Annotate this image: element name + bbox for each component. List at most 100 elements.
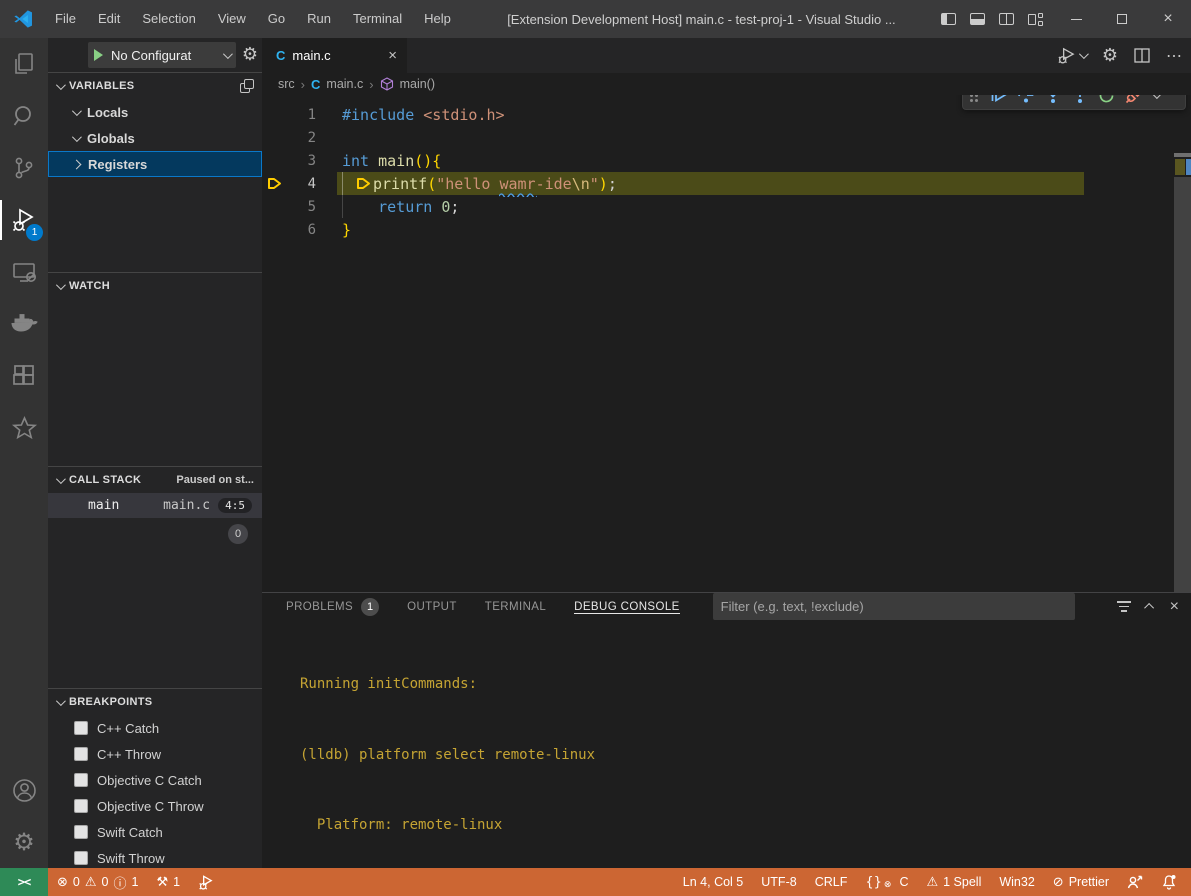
problems-status[interactable]: ⊗ 0 ⚠ 0 ⓘ 1 xyxy=(48,868,147,896)
menu-view[interactable]: View xyxy=(207,5,257,33)
breadcrumb-symbol[interactable]: main() xyxy=(400,77,435,91)
variables-header[interactable]: VARIABLES xyxy=(48,73,262,99)
activity-source-control[interactable] xyxy=(0,142,48,194)
restart-button[interactable] xyxy=(1093,95,1120,109)
activity-docker[interactable] xyxy=(0,298,48,350)
tab-debug-console[interactable]: DEBUG CONSOLE xyxy=(574,593,680,620)
restart-icon xyxy=(1098,95,1115,104)
step-into-icon xyxy=(1045,95,1061,104)
activity-settings[interactable]: ⚙ xyxy=(0,816,48,868)
code-line-4-current: 4 printf("hello wamr-ide\n"); xyxy=(262,172,1191,195)
tab-close-icon[interactable]: × xyxy=(388,47,397,64)
code-editor[interactable]: 1 #include <stdio.h> 2 3 int main(){ xyxy=(262,95,1191,592)
console-filter-input[interactable] xyxy=(713,593,1075,620)
eol-sequence[interactable]: CRLF xyxy=(806,868,857,896)
call-stack-frame-row[interactable]: main main.c 4:5 xyxy=(48,493,262,518)
tab-main-c[interactable]: C main.c × xyxy=(262,38,407,73)
disconnect-button[interactable] xyxy=(1120,95,1147,109)
continue-button[interactable] xyxy=(985,95,1012,109)
maximize-button[interactable] xyxy=(1099,0,1145,38)
checkbox[interactable] xyxy=(74,851,88,865)
checkbox[interactable] xyxy=(74,747,88,761)
toolchain-status[interactable]: ⚒ 1 xyxy=(147,868,189,896)
menu-selection[interactable]: Selection xyxy=(131,5,206,33)
formatter-status[interactable]: ⊘ Prettier xyxy=(1044,868,1118,896)
breadcrumb-file[interactable]: main.c xyxy=(326,77,363,91)
remote-indicator[interactable]: >< xyxy=(0,868,48,896)
platform-status[interactable]: Win32 xyxy=(990,868,1043,896)
activity-custom-view[interactable] xyxy=(0,402,48,454)
run-or-debug-button[interactable] xyxy=(1057,46,1086,65)
menu-help[interactable]: Help xyxy=(413,5,462,33)
breadcrumb-folder[interactable]: src xyxy=(278,77,295,91)
toggle-sidebar-icon[interactable] xyxy=(941,13,956,25)
breakpoint-cpp-throw[interactable]: C++ Throw xyxy=(48,741,262,767)
tab-terminal[interactable]: TERMINAL xyxy=(485,593,546,620)
variables-row-registers[interactable]: Registers xyxy=(48,151,262,177)
variables-section: VARIABLES Locals Globals Registers xyxy=(48,72,262,272)
open-launch-config-icon[interactable]: ⚙ xyxy=(242,43,258,67)
breakpoint-cpp-catch[interactable]: C++ Catch xyxy=(48,715,262,741)
breakpoint-objc-catch[interactable]: Objective C Catch xyxy=(48,767,262,793)
activity-search[interactable] xyxy=(0,90,48,142)
toggle-secondary-sidebar-icon[interactable] xyxy=(999,13,1014,25)
activity-extensions[interactable] xyxy=(0,350,48,402)
debug-status[interactable] xyxy=(189,868,224,896)
continue-icon xyxy=(990,95,1007,103)
toggle-panel-icon[interactable] xyxy=(970,13,985,25)
language-mode[interactable]: {} ⊗ C xyxy=(856,868,917,896)
menu-terminal[interactable]: Terminal xyxy=(342,5,413,33)
notifications[interactable] xyxy=(1152,868,1191,896)
checkbox[interactable] xyxy=(74,773,88,787)
cursor-position[interactable]: Ln 4, Col 5 xyxy=(674,868,752,896)
customize-layout-icon[interactable] xyxy=(1028,13,1043,26)
more-debug-actions[interactable] xyxy=(1147,95,1163,99)
collapse-all-icon[interactable] xyxy=(240,79,254,93)
breakpoint-objc-throw[interactable]: Objective C Throw xyxy=(48,793,262,819)
debug-console-output[interactable]: Running initCommands: (lldb) platform se… xyxy=(262,620,1191,896)
minimize-button[interactable] xyxy=(1053,0,1099,38)
close-button[interactable]: × xyxy=(1145,0,1191,38)
console-line: Running initCommands: xyxy=(300,673,1191,697)
debug-config-dropdown[interactable]: No Configurat xyxy=(88,42,236,68)
toolbar-drag-handle[interactable] xyxy=(963,95,985,102)
variables-row-globals[interactable]: Globals xyxy=(48,125,262,151)
checkbox[interactable] xyxy=(74,721,88,735)
start-debug-icon[interactable] xyxy=(94,49,103,61)
split-editor-icon[interactable] xyxy=(1134,48,1150,63)
tab-output[interactable]: OUTPUT xyxy=(407,593,457,620)
disconnect-icon xyxy=(1125,95,1143,104)
encoding[interactable]: UTF-8 xyxy=(752,868,805,896)
menu-edit[interactable]: Edit xyxy=(87,5,131,33)
scrollbar-slider[interactable] xyxy=(1174,177,1191,592)
call-stack-header[interactable]: CALL STACK Paused on st... xyxy=(48,467,262,493)
close-panel-icon[interactable]: × xyxy=(1170,598,1179,616)
editor-scrollbar[interactable] xyxy=(1174,95,1191,592)
activity-accounts[interactable] xyxy=(0,764,48,816)
breakpoints-header[interactable]: BREAKPOINTS xyxy=(48,689,262,715)
step-over-button[interactable] xyxy=(1012,95,1039,109)
more-actions-icon[interactable]: ⋯ xyxy=(1166,46,1183,66)
menu-file[interactable]: File xyxy=(44,5,87,33)
activity-run-debug[interactable]: 1 xyxy=(0,194,48,246)
checkbox[interactable] xyxy=(74,825,88,839)
breakpoint-swift-catch[interactable]: Swift Catch xyxy=(48,819,262,845)
feedback-status[interactable] xyxy=(1118,868,1152,896)
tab-problems[interactable]: PROBLEMS 1 xyxy=(286,593,379,620)
symbol-method-icon xyxy=(380,77,394,91)
activity-remote-explorer[interactable] xyxy=(0,246,48,298)
step-into-button[interactable] xyxy=(1039,95,1066,109)
spell-checker-status[interactable]: ⚠ 1 Spell xyxy=(917,868,990,896)
settings-gear-icon[interactable]: ⚙ xyxy=(1102,44,1118,68)
variables-row-locals[interactable]: Locals xyxy=(48,99,262,125)
menu-go[interactable]: Go xyxy=(257,5,296,33)
breakpoint-gutter[interactable] xyxy=(262,177,286,190)
step-out-button[interactable] xyxy=(1066,95,1093,109)
menu-run[interactable]: Run xyxy=(296,5,342,33)
filter-icon[interactable] xyxy=(1117,601,1131,612)
code-line-2: 2 xyxy=(262,126,1191,149)
watch-header[interactable]: WATCH xyxy=(48,273,262,299)
activity-explorer[interactable] xyxy=(0,38,48,90)
maximize-panel-icon[interactable] xyxy=(1144,603,1154,613)
checkbox[interactable] xyxy=(74,799,88,813)
